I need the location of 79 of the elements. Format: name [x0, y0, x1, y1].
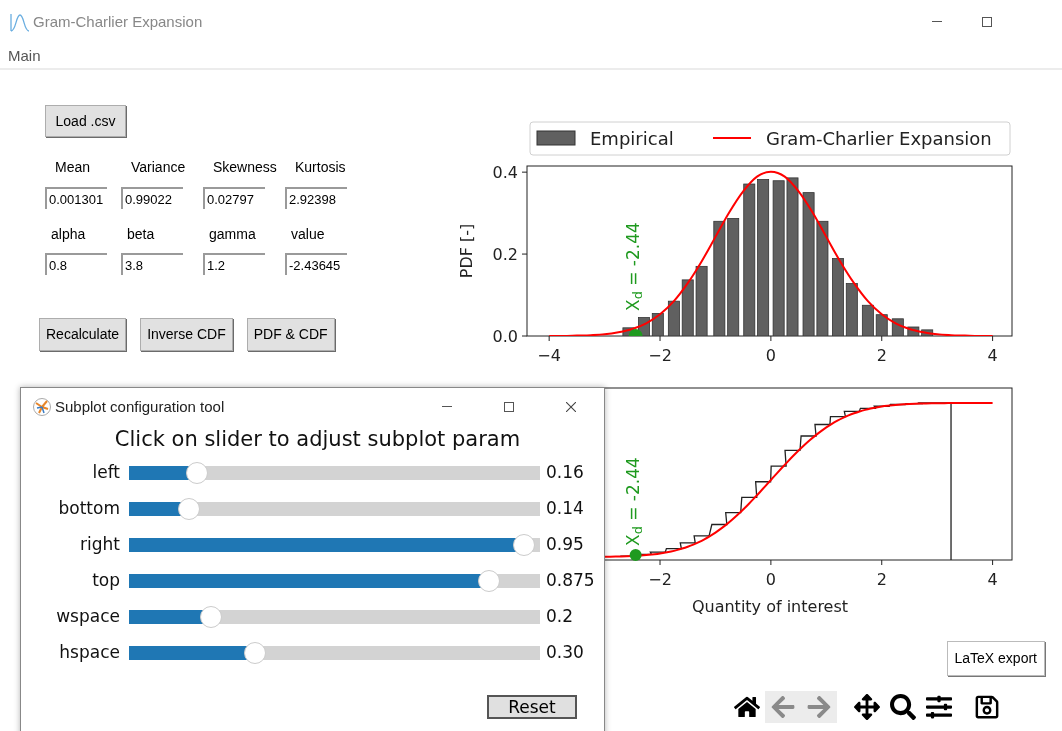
input-field[interactable]: 2.92398 — [285, 187, 347, 209]
logo-icon — [33, 398, 51, 416]
home-icon — [734, 694, 760, 720]
slider-value: 0.95 — [546, 533, 584, 557]
legend-label: Gram-Charlier Expansion — [766, 128, 992, 149]
slider-handle[interactable] — [477, 570, 500, 592]
field-label: beta — [126, 225, 156, 244]
input-field[interactable]: 3.8 — [121, 253, 183, 275]
histogram-bar — [907, 326, 920, 336]
input-field[interactable]: 0.001301 — [45, 187, 107, 209]
field-label: alpha — [50, 225, 87, 244]
input-field[interactable]: -2.43645 — [285, 253, 347, 275]
move-icon — [854, 694, 880, 720]
axis-label: PDF [-] — [457, 223, 476, 279]
action-button[interactable]: PDF & CDF — [246, 318, 335, 351]
app-icon — [10, 12, 30, 32]
tick-label: 0.4 — [492, 163, 518, 183]
slider-label: bottom — [57, 497, 121, 521]
field-label: gamma — [208, 225, 257, 244]
tick-label: −4 — [537, 346, 561, 365]
reset-button[interactable]: Reset — [487, 695, 577, 719]
slider-label: left — [91, 461, 121, 485]
action-button[interactable]: Recalculate — [39, 318, 127, 351]
tick-label: 0 — [765, 346, 776, 365]
sliders-icon — [926, 694, 952, 720]
save-icon — [974, 694, 1000, 720]
input-field[interactable]: 0.8 — [45, 253, 107, 275]
back-arrow-icon — [770, 694, 796, 720]
slider-value: 0.2 — [546, 605, 574, 629]
field-label: Variance — [130, 158, 187, 177]
dialog-title: Subplot configuration tool — [55, 396, 225, 417]
maximize-icon[interactable] — [504, 402, 514, 412]
latex-export-button[interactable]: LaTeX export — [946, 641, 1045, 676]
tick-label: 0.0 — [492, 327, 518, 346]
forward-arrow-icon — [806, 694, 832, 720]
window-title: Gram-Charlier Expansion — [33, 11, 203, 32]
slider-handle[interactable] — [243, 642, 266, 664]
tick-label: −2 — [648, 346, 672, 365]
slider-value: 0.16 — [546, 461, 584, 485]
field-label: Kurtosis — [294, 158, 347, 177]
histogram-bar — [651, 313, 664, 336]
tick-label: 4 — [987, 346, 998, 365]
load-button[interactable]: Load .csv — [45, 105, 126, 137]
tick-label: 4 — [987, 570, 998, 589]
tick-label: 2 — [876, 570, 887, 589]
tick-label: 2 — [876, 346, 887, 365]
menu-item[interactable]: Main — [8, 44, 41, 68]
minimize-icon[interactable] — [932, 21, 942, 23]
legend-label: Empirical — [590, 128, 674, 149]
slider-value: 0.14 — [546, 497, 584, 521]
field-label: value — [290, 225, 326, 244]
slider-label: wspace — [55, 605, 121, 629]
histogram-bar — [891, 318, 904, 336]
input-field[interactable]: 1.2 — [203, 253, 265, 275]
field-label: Skewness — [212, 158, 278, 177]
tick-label: 0.2 — [492, 245, 518, 265]
tick-label: 0 — [765, 570, 776, 589]
minimize-icon[interactable] — [442, 406, 452, 408]
action-button[interactable]: Inverse CDF — [140, 318, 233, 351]
slider-value: 0.875 — [546, 569, 595, 593]
slider-label: top — [91, 569, 121, 593]
slider-label: hspace — [58, 641, 121, 665]
histogram-bar — [695, 265, 708, 336]
input-field[interactable]: 0.02797 — [203, 187, 265, 209]
input-field[interactable]: 0.99022 — [121, 187, 183, 209]
dialog-heading: Click on slider to adjust subplot param — [113, 426, 522, 452]
tick-label: −2 — [648, 570, 672, 589]
axis-label: Quantity of interest — [691, 597, 849, 616]
slider-handle[interactable] — [178, 498, 200, 520]
close-icon[interactable] — [566, 402, 576, 412]
maximize-icon[interactable] — [982, 17, 992, 27]
slider-handle[interactable] — [186, 462, 209, 484]
marker-dot — [629, 549, 642, 561]
slider-handle[interactable] — [512, 534, 535, 556]
slider-label: right — [79, 533, 121, 557]
search-icon — [890, 694, 916, 720]
slider-value: 0.30 — [546, 641, 584, 665]
field-label: Mean — [54, 158, 92, 177]
slider-handle[interactable] — [200, 606, 223, 628]
